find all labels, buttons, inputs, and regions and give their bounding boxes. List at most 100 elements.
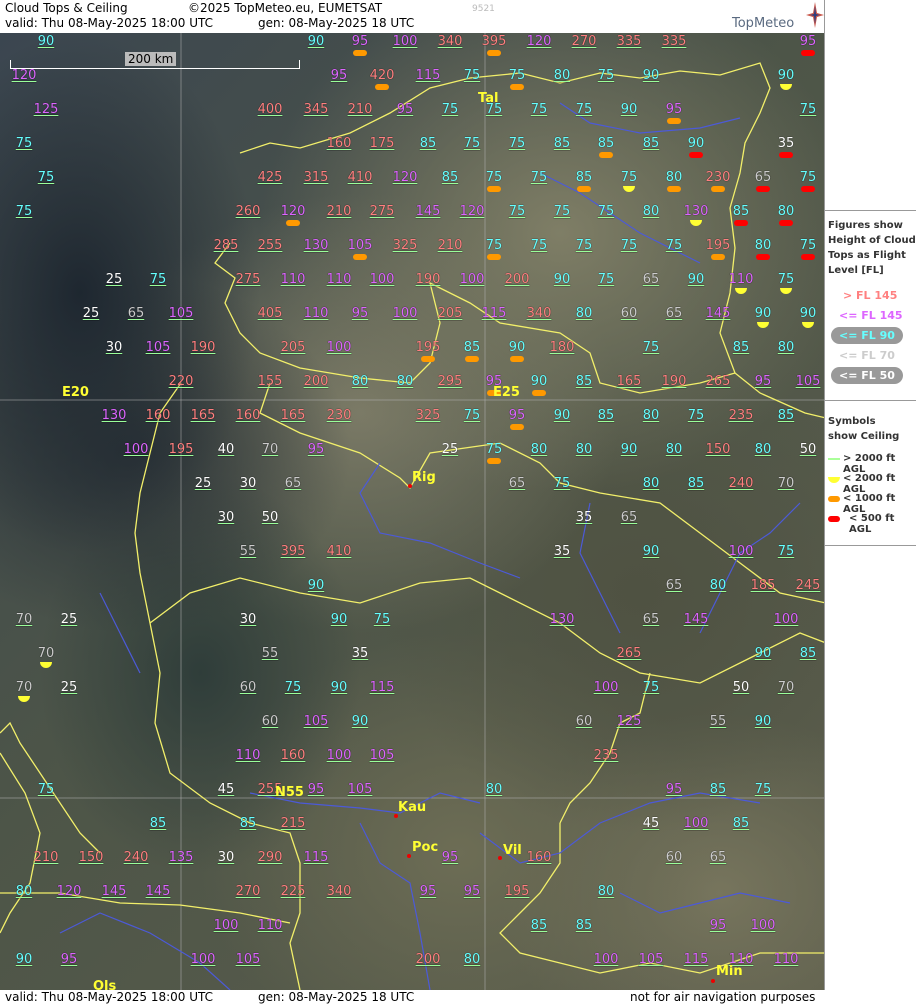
city-vilnius: Vil: [503, 843, 522, 858]
cloud-top-value: 65: [284, 476, 302, 491]
cloud-top-value: 75: [37, 170, 55, 185]
cloud-top-value: 35: [777, 136, 795, 151]
satellite-map[interactable]: 90 90 95 100 340 395 120 270 335 335 95 120 95 420 115…: [0, 33, 826, 990]
city-dot: [711, 979, 715, 983]
ceiling-symbol: [779, 220, 793, 226]
grid-label-e20: E20: [62, 385, 89, 400]
cloud-top-value: 85: [597, 408, 615, 423]
cloud-top-value: 100: [392, 306, 418, 321]
ceiling-symbol: [487, 186, 501, 192]
cloud-top-value: 30: [217, 850, 235, 865]
cloud-top-value: 90: [553, 408, 571, 423]
cloud-top-value: 90: [307, 578, 325, 593]
cloud-top-value: 90: [508, 340, 526, 355]
cloud-top-value: 135: [168, 850, 194, 865]
cloud-top-value: 120: [56, 884, 82, 899]
cloud-top-value: 110: [728, 272, 754, 287]
cloud-top-value: 245: [795, 578, 821, 593]
copyright: ©2025 TopMeteo.eu, EUMETSAT: [188, 1, 383, 15]
ceiling-symbol: [18, 696, 30, 702]
cloud-top-value: 85: [732, 340, 750, 355]
cloud-top-value: 120: [11, 68, 37, 83]
cloud-top-value: 130: [101, 408, 127, 423]
cloud-top-value: 85: [575, 170, 593, 185]
cloud-top-value: 210: [33, 850, 59, 865]
cloud-top-value: 100: [593, 952, 619, 967]
cloud-top-value: 80: [351, 374, 369, 389]
cloud-top-value: 145: [101, 884, 127, 899]
cloud-top-value: 75: [485, 238, 503, 253]
cloud-top-value: 325: [415, 408, 441, 423]
cloud-top-value: 80: [665, 170, 683, 185]
cloud-top-value: 165: [616, 374, 642, 389]
cloud-top-value: 55: [709, 714, 727, 729]
city-tallinn: Tal: [478, 91, 499, 106]
cloud-top-value: 325: [392, 238, 418, 253]
cloud-top-value: 25: [60, 612, 78, 627]
cloud-top-value: 55: [239, 544, 257, 559]
cloud-top-value: 75: [508, 204, 526, 219]
cloud-top-value: 240: [123, 850, 149, 865]
cloud-top-value: 105: [303, 714, 329, 729]
ceiling-symbol: [353, 254, 367, 260]
brand-logo: TopMeteo: [732, 16, 795, 31]
cloud-top-value: 60: [239, 680, 257, 695]
ceiling-symbol: [599, 152, 613, 158]
ceiling-low-icon: [828, 477, 840, 483]
cloud-top-value: 100: [773, 612, 799, 627]
symbol-label: > 2000 ft AGL: [843, 453, 896, 475]
ceiling-symbol: [780, 288, 792, 294]
ceiling-symbol: [735, 288, 747, 294]
cloud-top-value: 115: [369, 680, 395, 695]
cloud-top-value: 85: [777, 408, 795, 423]
cloud-top-value: 95: [665, 102, 683, 117]
cloud-top-value: 295: [437, 374, 463, 389]
cloud-top-value: 85: [799, 646, 817, 661]
grid-label-n55: N55: [275, 785, 304, 800]
cloud-top-value: 60: [620, 306, 638, 321]
cloud-top-value: 165: [280, 408, 306, 423]
cloud-top-value: 90: [642, 68, 660, 83]
cloud-top-value: 75: [463, 136, 481, 151]
valid-time: valid: Thu 08-May-2025 18:00 UTC: [5, 16, 214, 30]
cloud-top-value: 110: [773, 952, 799, 967]
cloud-top-value: 80: [553, 68, 571, 83]
ceiling-symbol: [286, 220, 300, 226]
cloud-top-value: 235: [728, 408, 754, 423]
cloud-top-value: 60: [665, 850, 683, 865]
cloud-top-value: 265: [705, 374, 731, 389]
cloud-top-value: 75: [485, 170, 503, 185]
legend-divider: [825, 400, 916, 401]
footer-generated: gen: 08-May-2025 18 UTC: [258, 990, 415, 1004]
ceiling-symbol: [689, 152, 703, 158]
cloud-top-value: 145: [145, 884, 171, 899]
cloud-top-value: 90: [687, 272, 705, 287]
cloud-top-value: 75: [463, 68, 481, 83]
ceiling-symbol: [756, 254, 770, 260]
cloud-top-value: 145: [415, 204, 441, 219]
cloud-top-value: 270: [235, 884, 261, 899]
cloud-top-value: 210: [326, 204, 352, 219]
cloud-top-value: 70: [15, 680, 33, 695]
cloud-top-value: 100: [369, 272, 395, 287]
cloud-top-value: 70: [37, 646, 55, 661]
cloud-top-value: 25: [105, 272, 123, 287]
cloud-top-value: 65: [642, 612, 660, 627]
cloud-top-value: 85: [530, 918, 548, 933]
ceiling-symbol: [779, 152, 793, 158]
cloud-top-value: 420: [369, 68, 395, 83]
cloud-top-value: 345: [303, 102, 329, 117]
cloud-top-value: 60: [575, 714, 593, 729]
cloud-top-value: 75: [687, 408, 705, 423]
legend-divider: [825, 545, 916, 546]
cloud-top-value: 100: [392, 34, 418, 49]
cloud-top-value: 410: [326, 544, 352, 559]
cloud-top-value: 75: [441, 102, 459, 117]
cloud-top-value: 165: [190, 408, 216, 423]
cloud-top-value: 50: [732, 680, 750, 695]
cloud-top-value: 145: [683, 612, 709, 627]
cloud-top-value: 105: [795, 374, 821, 389]
ceiling-symbol: [780, 84, 792, 90]
cloud-top-value: 215: [280, 816, 306, 831]
cloud-top-value: 75: [777, 544, 795, 559]
